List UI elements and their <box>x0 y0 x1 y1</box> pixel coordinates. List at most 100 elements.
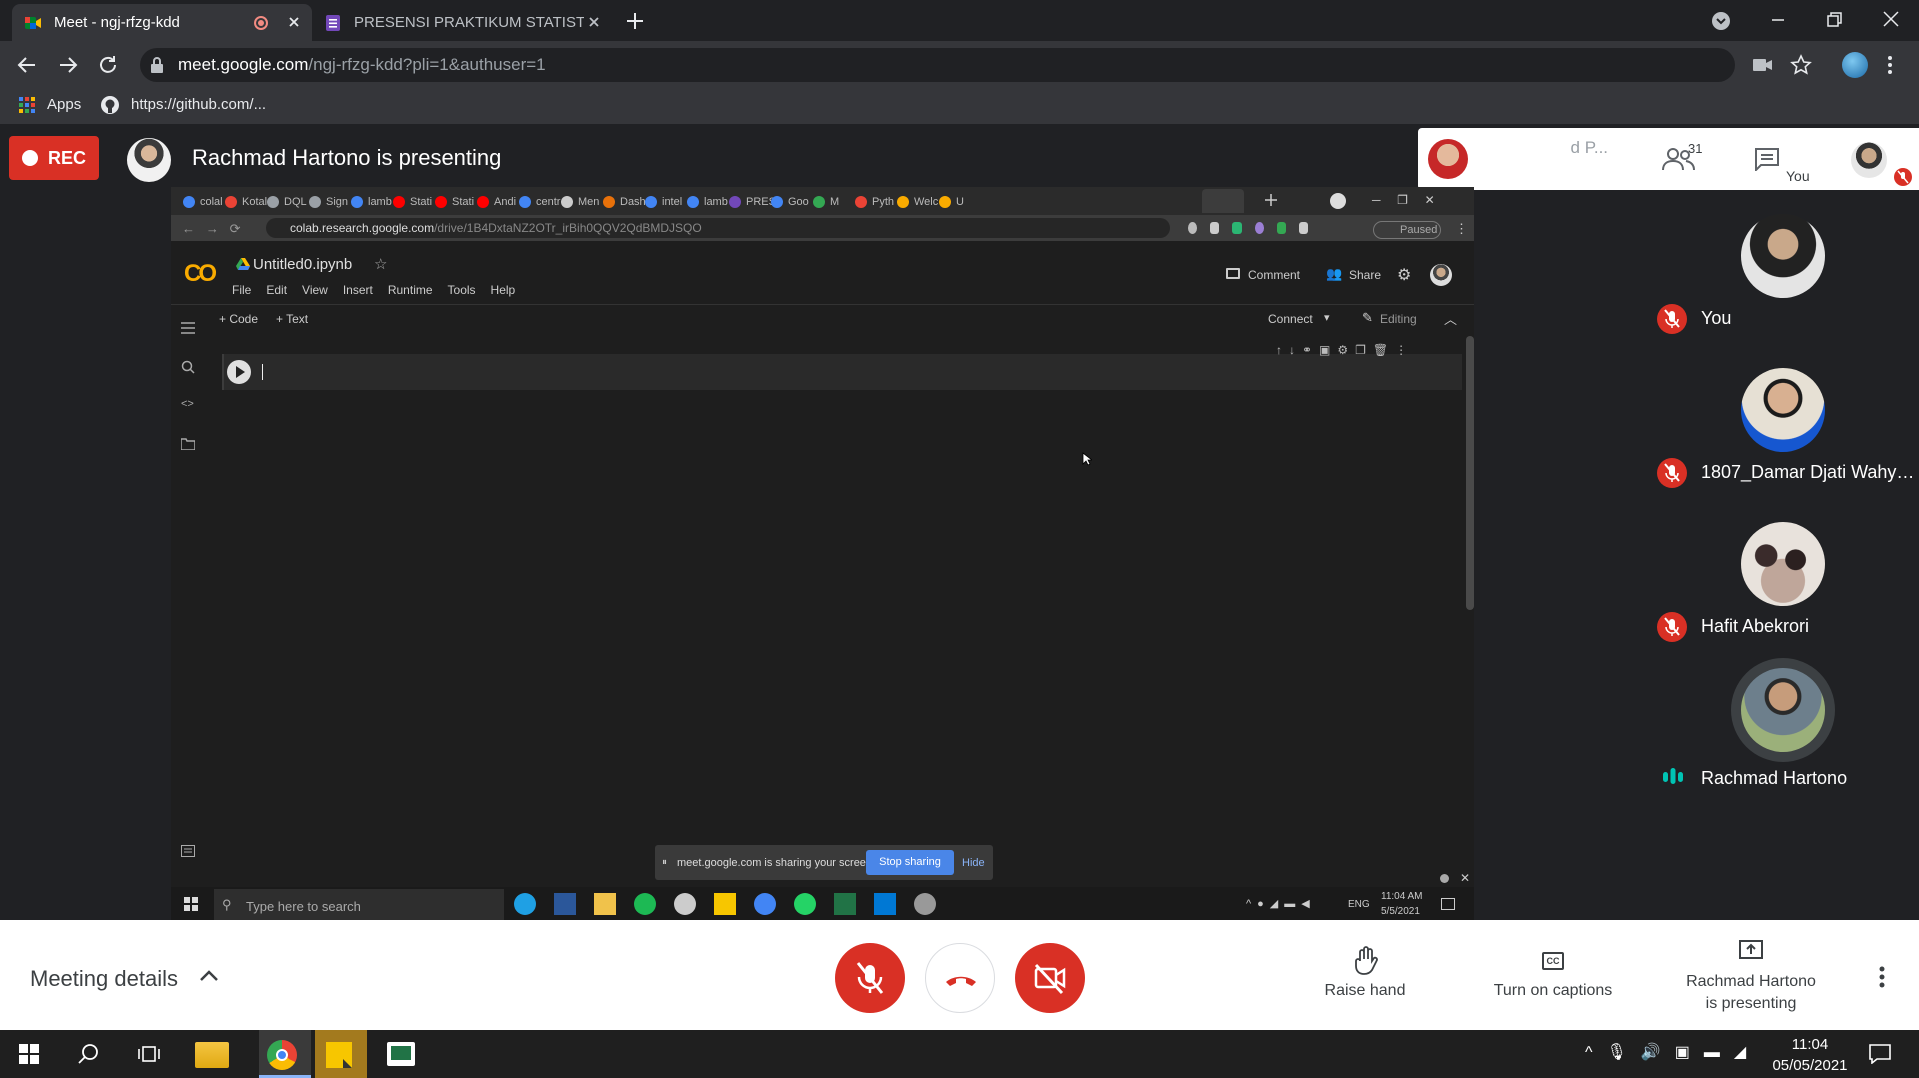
participant-name: You <box>1701 308 1732 328</box>
shared-tab-favicon-icon <box>183 196 195 208</box>
hide-banner-button: Hide <box>962 857 985 869</box>
shared-tab-item: Goo <box>771 193 809 211</box>
shared-tab-item: M <box>813 193 839 211</box>
browser-tab-presensi[interactable]: PRESENSI PRAKTIKUM STATISTIK <box>312 4 612 41</box>
lock-icon[interactable] <box>150 56 164 74</box>
mic-toggle-button[interactable] <box>835 943 905 1013</box>
bookmark-star-icon[interactable] <box>1790 54 1812 76</box>
shared-tab-title: Stati <box>410 196 433 208</box>
shared-tray-lang: ENG <box>1348 899 1370 910</box>
shared-tab-title: Andi <box>494 196 517 208</box>
taskbar-clock[interactable]: 11:04 <box>1780 1036 1840 1053</box>
presenting-status[interactable]: Rachmad Hartono is presenting <box>1661 971 1841 1015</box>
present-screen-icon[interactable] <box>1739 940 1763 962</box>
shared-tab-title: Pyth <box>872 196 895 208</box>
captions-label[interactable]: Turn on captions <box>1478 982 1628 1000</box>
shared-paused-chip: Paused <box>1373 221 1441 239</box>
participant-tile-you[interactable]: You <box>1649 196 1919 350</box>
tab-search-icon[interactable] <box>1710 10 1732 32</box>
chrome-icon[interactable] <box>267 1040 297 1070</box>
reload-icon[interactable] <box>97 54 119 76</box>
shared-tab-favicon-icon <box>771 196 783 208</box>
chevron-up-icon[interactable] <box>198 968 220 984</box>
colab-search-icon <box>181 360 195 374</box>
avatar <box>1741 214 1825 298</box>
close-window-icon[interactable] <box>1880 8 1902 30</box>
connect-dropdown-icon: ▾ <box>1324 312 1330 324</box>
participant-tile-rachmad[interactable]: Rachmad Hartono <box>1649 658 1919 812</box>
colab-user-avatar <box>1430 264 1452 286</box>
speaking-indicator-icon <box>1663 768 1683 784</box>
notification-center-icon[interactable] <box>1869 1044 1891 1064</box>
more-options-icon[interactable] <box>1878 965 1886 989</box>
close-tab-icon[interactable] <box>586 14 602 30</box>
github-icon <box>101 96 119 114</box>
shared-close-icon: ✕ <box>1460 871 1471 885</box>
shared-tab-favicon-icon <box>897 196 909 208</box>
participant-name: 1807_Damar Djati Wahyu... <box>1701 462 1916 482</box>
shared-tab-title: centr <box>536 196 561 208</box>
chat-icon[interactable] <box>1754 147 1780 171</box>
raise-hand-label[interactable]: Raise hand <box>1300 982 1430 1000</box>
recording-badge[interactable]: REC <box>9 136 99 180</box>
shared-tray-date: 5/5/2021 <box>1381 906 1420 917</box>
shared-address-text: colab.research.google.com/drive/1B4DxtaN… <box>290 221 702 235</box>
shared-tab-item: Kotal <box>225 193 267 211</box>
address-text[interactable]: meet.google.com/ngj-rfzg-kdd?pli=1&authu… <box>178 55 546 75</box>
camera-toggle-button[interactable] <box>1015 943 1085 1013</box>
mic-off-icon <box>1657 458 1687 488</box>
presenter-avatar <box>127 138 171 182</box>
participant-count-badge: 31 <box>1688 141 1703 156</box>
shared-tab-item: PRES <box>729 193 776 211</box>
settings-gear-icon: ⚙ <box>1397 267 1412 284</box>
drive-icon <box>236 258 250 270</box>
system-tray-icons[interactable]: ^🎙🔊▣▬◢ <box>1585 1042 1760 1062</box>
avatar <box>1741 522 1825 606</box>
taskbar-search-icon[interactable] <box>78 1043 100 1065</box>
share-button: Share <box>1349 268 1382 282</box>
camera-in-use-icon[interactable] <box>1752 56 1774 74</box>
leave-call-button[interactable] <box>925 943 995 1013</box>
add-text-button: + Text <box>276 312 309 326</box>
participant-name: Hafit Abekrori <box>1701 616 1810 636</box>
code-cell <box>222 354 1462 390</box>
shared-tab-favicon-icon <box>561 196 573 208</box>
colab-divider <box>171 304 1474 305</box>
participant-tile-damar[interactable]: 1807_Damar Djati Wahyu... <box>1649 350 1919 504</box>
colab-logo-icon: CO <box>184 260 217 287</box>
bookmark-github[interactable]: https://github.com/... <box>131 96 266 113</box>
profile-avatar[interactable] <box>1842 52 1868 78</box>
back-icon[interactable] <box>16 54 38 76</box>
self-avatar[interactable] <box>1851 142 1887 178</box>
browser-tab-meet[interactable]: Meet - ngj-rfzg-kdd <box>12 4 312 41</box>
file-explorer-icon[interactable] <box>195 1042 229 1068</box>
raise-hand-icon[interactable] <box>1352 945 1380 975</box>
shared-new-tab-icon <box>1265 194 1277 206</box>
shared-tab-favicon-icon <box>519 196 531 208</box>
app-window-icon[interactable] <box>387 1042 415 1066</box>
shared-tab-title: lamb <box>704 196 728 208</box>
browser-menu-icon[interactable] <box>1886 54 1894 76</box>
mic-off-icon <box>1657 304 1687 334</box>
meeting-details-button[interactable]: Meeting details <box>30 966 178 992</box>
terminal-icon <box>181 845 195 857</box>
apps-grid-icon[interactable] <box>18 96 36 114</box>
task-view-icon[interactable] <box>138 1045 160 1063</box>
shared-tab-item: Stati <box>393 193 432 211</box>
pencil-icon: ✎ <box>1362 310 1373 325</box>
captions-icon[interactable]: CC <box>1542 952 1564 970</box>
close-tab-icon[interactable] <box>286 14 302 30</box>
shared-tab-item: centr <box>519 193 560 211</box>
new-tab-icon[interactable] <box>624 10 646 32</box>
sticky-notes-icon[interactable] <box>326 1042 352 1068</box>
restore-icon[interactable] <box>1824 10 1844 30</box>
bookmark-apps[interactable]: Apps <box>47 96 81 113</box>
taskbar-date[interactable]: 05/05/2021 <box>1766 1057 1854 1074</box>
windows-start-icon[interactable] <box>19 1044 39 1064</box>
forward-icon[interactable] <box>57 54 79 76</box>
recording-indicator-icon <box>254 16 268 30</box>
participant-tile-hafit[interactable]: Hafit Abekrori <box>1649 504 1919 658</box>
shared-tab-item: DQL <box>267 193 307 211</box>
meet-logo-icon <box>25 16 41 29</box>
minimize-icon[interactable] <box>1768 10 1788 30</box>
